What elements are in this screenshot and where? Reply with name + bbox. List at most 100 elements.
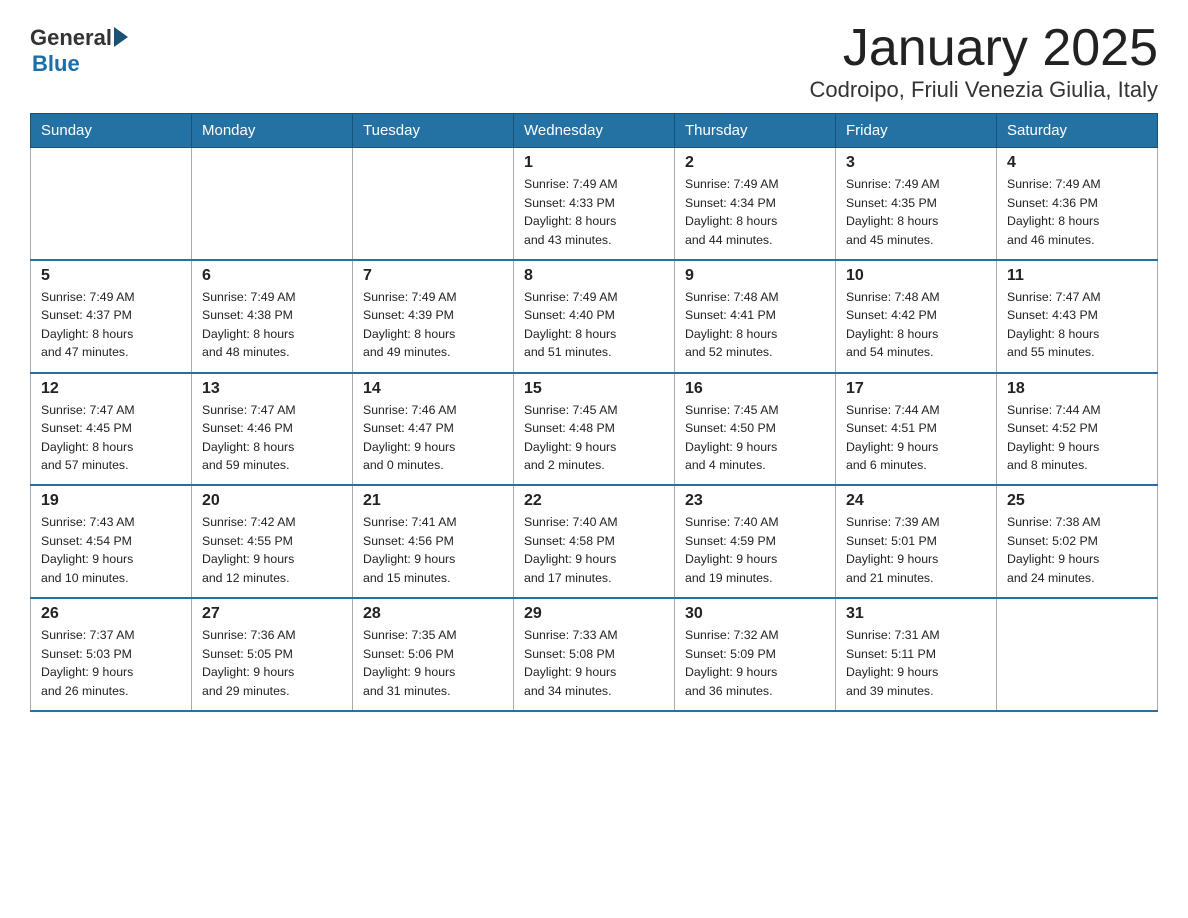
day-info: Sunrise: 7:45 AMSunset: 4:48 PMDaylight:…	[524, 401, 664, 475]
logo: General Blue	[30, 25, 128, 77]
calendar-cell: 6 Sunrise: 7:49 AMSunset: 4:38 PMDaylight…	[192, 260, 353, 373]
calendar-cell	[192, 148, 353, 260]
day-number: 21	[363, 492, 503, 510]
calendar-cell: 12 Sunrise: 7:47 AMSunset: 4:45 PMDayligh…	[31, 373, 192, 486]
day-number: 2	[685, 154, 825, 172]
day-number: 19	[41, 492, 181, 510]
title-block: January 2025 Codroipo, Friuli Venezia Gi…	[810, 20, 1159, 103]
calendar-cell: 29 Sunrise: 7:33 AMSunset: 5:08 PMDayligh…	[514, 598, 675, 711]
day-info: Sunrise: 7:48 AMSunset: 4:41 PMDaylight:…	[685, 288, 825, 362]
calendar-cell: 28 Sunrise: 7:35 AMSunset: 5:06 PMDayligh…	[353, 598, 514, 711]
day-number: 17	[846, 380, 986, 398]
day-number: 30	[685, 605, 825, 623]
calendar-cell	[31, 148, 192, 260]
day-info: Sunrise: 7:45 AMSunset: 4:50 PMDaylight:…	[685, 401, 825, 475]
calendar-table: SundayMondayTuesdayWednesdayThursdayFrid…	[30, 113, 1158, 712]
calendar-cell: 25 Sunrise: 7:38 AMSunset: 5:02 PMDayligh…	[997, 485, 1158, 598]
day-info: Sunrise: 7:49 AMSunset: 4:34 PMDaylight:…	[685, 175, 825, 249]
calendar-cell: 4 Sunrise: 7:49 AMSunset: 4:36 PMDaylight…	[997, 148, 1158, 260]
calendar-cell: 16 Sunrise: 7:45 AMSunset: 4:50 PMDayligh…	[675, 373, 836, 486]
calendar-cell: 26Sunrise: 7:37 AMSunset: 5:03 PMDayligh…	[31, 598, 192, 711]
day-info: Sunrise: 7:44 AMSunset: 4:51 PMDaylight:…	[846, 401, 986, 475]
day-number: 29	[524, 605, 664, 623]
day-info: Sunrise: 7:49 AMSunset: 4:39 PMDaylight:…	[363, 288, 503, 362]
page-header: General Blue January 2025 Codroipo, Friu…	[30, 20, 1158, 103]
calendar-cell: 15 Sunrise: 7:45 AMSunset: 4:48 PMDayligh…	[514, 373, 675, 486]
day-info: Sunrise: 7:49 AMSunset: 4:33 PMDaylight:…	[524, 175, 664, 249]
calendar-cell: 3 Sunrise: 7:49 AMSunset: 4:35 PMDaylight…	[836, 148, 997, 260]
calendar-cell: 7Sunrise: 7:49 AMSunset: 4:39 PMDaylight…	[353, 260, 514, 373]
calendar-subtitle: Codroipo, Friuli Venezia Giulia, Italy	[810, 77, 1159, 103]
day-info: Sunrise: 7:46 AMSunset: 4:47 PMDaylight:…	[363, 401, 503, 475]
day-number: 6	[202, 267, 342, 285]
day-of-week-header: Tuesday	[353, 114, 514, 148]
day-number: 27	[202, 605, 342, 623]
calendar-cell	[353, 148, 514, 260]
day-info: Sunrise: 7:33 AMSunset: 5:08 PMDaylight:…	[524, 626, 664, 700]
calendar-cell: 11 Sunrise: 7:47 AMSunset: 4:43 PMDayligh…	[997, 260, 1158, 373]
calendar-cell	[997, 598, 1158, 711]
day-of-week-header: Saturday	[997, 114, 1158, 148]
day-info: Sunrise: 7:49 AMSunset: 4:36 PMDaylight:…	[1007, 175, 1147, 249]
day-number: 25	[1007, 492, 1147, 510]
day-of-week-header: Friday	[836, 114, 997, 148]
day-number: 26	[41, 605, 181, 623]
day-info: Sunrise: 7:47 AMSunset: 4:43 PMDaylight:…	[1007, 288, 1147, 362]
day-info: Sunrise: 7:40 AMSunset: 4:59 PMDaylight:…	[685, 513, 825, 587]
calendar-cell: 20Sunrise: 7:42 AMSunset: 4:55 PMDayligh…	[192, 485, 353, 598]
day-number: 20	[202, 492, 342, 510]
day-info: Sunrise: 7:48 AMSunset: 4:42 PMDaylight:…	[846, 288, 986, 362]
day-info: Sunrise: 7:40 AMSunset: 4:58 PMDaylight:…	[524, 513, 664, 587]
calendar-cell: 31 Sunrise: 7:31 AMSunset: 5:11 PMDayligh…	[836, 598, 997, 711]
calendar-week-row: 19 Sunrise: 7:43 AMSunset: 4:54 PMDayligh…	[31, 485, 1158, 598]
calendar-cell: 5Sunrise: 7:49 AMSunset: 4:37 PMDaylight…	[31, 260, 192, 373]
day-number: 24	[846, 492, 986, 510]
day-info: Sunrise: 7:49 AMSunset: 4:37 PMDaylight:…	[41, 288, 181, 362]
calendar-title: January 2025	[810, 20, 1159, 77]
day-info: Sunrise: 7:35 AMSunset: 5:06 PMDaylight:…	[363, 626, 503, 700]
day-of-week-header: Wednesday	[514, 114, 675, 148]
day-info: Sunrise: 7:47 AMSunset: 4:46 PMDaylight:…	[202, 401, 342, 475]
day-info: Sunrise: 7:36 AMSunset: 5:05 PMDaylight:…	[202, 626, 342, 700]
day-number: 31	[846, 605, 986, 623]
day-info: Sunrise: 7:41 AMSunset: 4:56 PMDaylight:…	[363, 513, 503, 587]
day-info: Sunrise: 7:43 AMSunset: 4:54 PMDaylight:…	[41, 513, 181, 587]
calendar-cell: 9 Sunrise: 7:48 AMSunset: 4:41 PMDaylight…	[675, 260, 836, 373]
day-number: 9	[685, 267, 825, 285]
day-info: Sunrise: 7:49 AMSunset: 4:38 PMDaylight:…	[202, 288, 342, 362]
calendar-cell: 27 Sunrise: 7:36 AMSunset: 5:05 PMDayligh…	[192, 598, 353, 711]
day-number: 8	[524, 267, 664, 285]
calendar-week-row: 5Sunrise: 7:49 AMSunset: 4:37 PMDaylight…	[31, 260, 1158, 373]
calendar-cell: 18Sunrise: 7:44 AMSunset: 4:52 PMDayligh…	[997, 373, 1158, 486]
day-number: 12	[41, 380, 181, 398]
day-info: Sunrise: 7:47 AMSunset: 4:45 PMDaylight:…	[41, 401, 181, 475]
day-number: 16	[685, 380, 825, 398]
calendar-header-row: SundayMondayTuesdayWednesdayThursdayFrid…	[31, 114, 1158, 148]
calendar-cell: 21 Sunrise: 7:41 AMSunset: 4:56 PMDayligh…	[353, 485, 514, 598]
calendar-cell: 22 Sunrise: 7:40 AMSunset: 4:58 PMDayligh…	[514, 485, 675, 598]
day-number: 4	[1007, 154, 1147, 172]
day-info: Sunrise: 7:49 AMSunset: 4:35 PMDaylight:…	[846, 175, 986, 249]
day-number: 11	[1007, 267, 1147, 285]
day-info: Sunrise: 7:38 AMSunset: 5:02 PMDaylight:…	[1007, 513, 1147, 587]
day-number: 22	[524, 492, 664, 510]
calendar-week-row: 12 Sunrise: 7:47 AMSunset: 4:45 PMDayligh…	[31, 373, 1158, 486]
day-number: 23	[685, 492, 825, 510]
calendar-cell: 17 Sunrise: 7:44 AMSunset: 4:51 PMDayligh…	[836, 373, 997, 486]
day-of-week-header: Monday	[192, 114, 353, 148]
day-number: 13	[202, 380, 342, 398]
day-number: 1	[524, 154, 664, 172]
day-number: 28	[363, 605, 503, 623]
logo-arrow-icon	[114, 27, 128, 47]
calendar-cell: 8Sunrise: 7:49 AMSunset: 4:40 PMDaylight…	[514, 260, 675, 373]
day-number: 3	[846, 154, 986, 172]
calendar-cell: 10Sunrise: 7:48 AMSunset: 4:42 PMDayligh…	[836, 260, 997, 373]
day-info: Sunrise: 7:39 AMSunset: 5:01 PMDaylight:…	[846, 513, 986, 587]
day-info: Sunrise: 7:31 AMSunset: 5:11 PMDaylight:…	[846, 626, 986, 700]
calendar-cell: 14 Sunrise: 7:46 AMSunset: 4:47 PMDayligh…	[353, 373, 514, 486]
calendar-week-row: 26Sunrise: 7:37 AMSunset: 5:03 PMDayligh…	[31, 598, 1158, 711]
day-number: 15	[524, 380, 664, 398]
calendar-cell: 30Sunrise: 7:32 AMSunset: 5:09 PMDayligh…	[675, 598, 836, 711]
day-number: 14	[363, 380, 503, 398]
day-number: 18	[1007, 380, 1147, 398]
